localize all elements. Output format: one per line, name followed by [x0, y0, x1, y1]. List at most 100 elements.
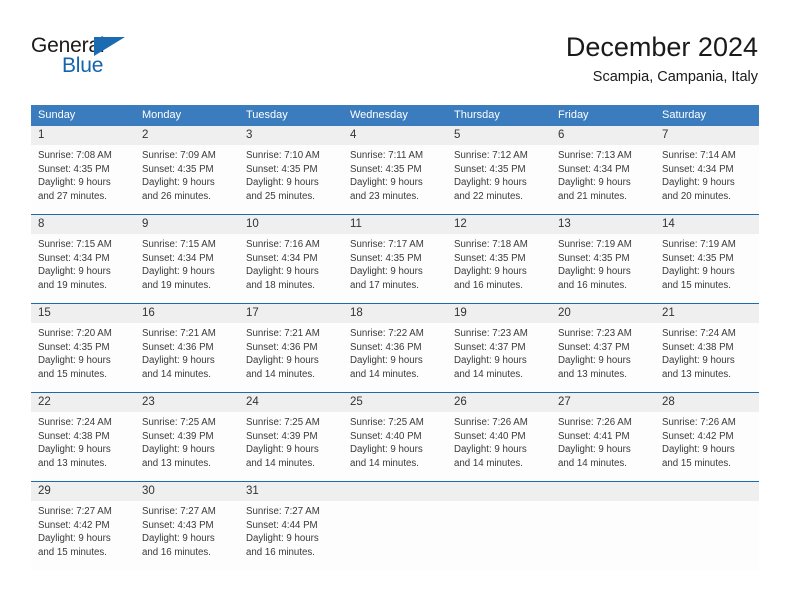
day-cell-19[interactable]: Sunrise: 7:23 AM Sunset: 4:37 PM Daylight:… [447, 323, 551, 392]
day-number-29[interactable]: 29 [31, 482, 135, 501]
daylight-text: and 14 minutes. [350, 368, 419, 380]
day-cell-20[interactable]: Sunrise: 7:23 AM Sunset: 4:37 PM Daylight:… [551, 323, 655, 392]
day-cell-23[interactable]: Sunrise: 7:25 AM Sunset: 4:39 PM Daylight:… [135, 412, 239, 481]
day-cell-2[interactable]: Sunrise: 7:09 AM Sunset: 4:35 PM Daylight:… [135, 145, 239, 214]
day-number-19[interactable]: 19 [447, 304, 551, 323]
sunrise-text: Sunrise: 7:17 AM [350, 239, 424, 250]
day-number-30[interactable]: 30 [135, 482, 239, 501]
daylight-text: and 18 minutes. [246, 279, 315, 291]
sunrise-text: Sunrise: 7:26 AM [662, 417, 736, 428]
day-details-band: Sunrise: 7:24 AM Sunset: 4:38 PM Daylight:… [31, 412, 759, 481]
day-cell-14[interactable]: Sunrise: 7:19 AM Sunset: 4:35 PM Daylight:… [655, 234, 759, 303]
day-cell-29[interactable]: Sunrise: 7:27 AM Sunset: 4:42 PM Daylight:… [31, 501, 135, 570]
day-cell-15[interactable]: Sunrise: 7:20 AM Sunset: 4:35 PM Daylight:… [31, 323, 135, 392]
daylight-text: Daylight: 9 hours [454, 177, 527, 189]
day-number-27[interactable]: 27 [551, 393, 655, 412]
day-number-empty [447, 482, 551, 501]
sunrise-text: Sunrise: 7:21 AM [246, 328, 320, 339]
daylight-text: and 15 minutes. [662, 279, 731, 291]
day-number-23[interactable]: 23 [135, 393, 239, 412]
daylight-text: and 26 minutes. [142, 190, 211, 202]
sunrise-text: Sunrise: 7:20 AM [38, 328, 112, 339]
day-cell-empty [447, 501, 551, 570]
day-cell-25[interactable]: Sunrise: 7:25 AM Sunset: 4:40 PM Daylight:… [343, 412, 447, 481]
sunrise-text: Sunrise: 7:14 AM [662, 150, 736, 161]
sunrise-text: Sunrise: 7:21 AM [142, 328, 216, 339]
sunrise-text: Sunrise: 7:19 AM [558, 239, 632, 250]
day-cell-5[interactable]: Sunrise: 7:12 AM Sunset: 4:35 PM Daylight:… [447, 145, 551, 214]
day-cell-12[interactable]: Sunrise: 7:18 AM Sunset: 4:35 PM Daylight:… [447, 234, 551, 303]
day-number-11[interactable]: 11 [343, 215, 447, 234]
sunrise-text: Sunrise: 7:08 AM [38, 150, 112, 161]
daylight-text: Daylight: 9 hours [662, 266, 735, 278]
calendar-week-row: 8 9 10 11 12 13 14 Sunrise: 7:15 AM Sunset: 4:34… [31, 214, 759, 303]
day-cell-22[interactable]: Sunrise: 7:24 AM Sunset: 4:38 PM Daylight:… [31, 412, 135, 481]
day-number-22[interactable]: 22 [31, 393, 135, 412]
day-cell-7[interactable]: Sunrise: 7:14 AM Sunset: 4:34 PM Daylight:… [655, 145, 759, 214]
day-cell-4[interactable]: Sunrise: 7:11 AM Sunset: 4:35 PM Daylight:… [343, 145, 447, 214]
daylight-text: and 14 minutes. [142, 368, 211, 380]
weekday-header-thursday: Thursday [454, 109, 500, 121]
day-cell-28[interactable]: Sunrise: 7:26 AM Sunset: 4:42 PM Daylight:… [655, 412, 759, 481]
day-cell-26[interactable]: Sunrise: 7:26 AM Sunset: 4:40 PM Daylight:… [447, 412, 551, 481]
daylight-text: Daylight: 9 hours [142, 177, 215, 189]
sunset-text: Sunset: 4:35 PM [662, 252, 734, 264]
sunset-text: Sunset: 4:36 PM [142, 341, 214, 353]
sunset-text: Sunset: 4:35 PM [246, 163, 318, 175]
day-number-10[interactable]: 10 [239, 215, 343, 234]
sunset-text: Sunset: 4:44 PM [246, 519, 318, 531]
sunset-text: Sunset: 4:34 PM [38, 252, 110, 264]
day-number-3[interactable]: 3 [239, 126, 343, 145]
day-number-7[interactable]: 7 [655, 126, 759, 145]
day-cell-16[interactable]: Sunrise: 7:21 AM Sunset: 4:36 PM Daylight:… [135, 323, 239, 392]
day-number-4[interactable]: 4 [343, 126, 447, 145]
day-number-6[interactable]: 6 [551, 126, 655, 145]
day-number-1[interactable]: 1 [31, 126, 135, 145]
day-number-9[interactable]: 9 [135, 215, 239, 234]
daylight-text: and 13 minutes. [142, 457, 211, 469]
day-number-14[interactable]: 14 [655, 215, 759, 234]
day-number-24[interactable]: 24 [239, 393, 343, 412]
day-number-25[interactable]: 25 [343, 393, 447, 412]
day-number-20[interactable]: 20 [551, 304, 655, 323]
day-cell-17[interactable]: Sunrise: 7:21 AM Sunset: 4:36 PM Daylight:… [239, 323, 343, 392]
day-cell-21[interactable]: Sunrise: 7:24 AM Sunset: 4:38 PM Daylight:… [655, 323, 759, 392]
day-number-31[interactable]: 31 [239, 482, 343, 501]
logo-text-blue: Blue [62, 54, 104, 77]
day-number-26[interactable]: 26 [447, 393, 551, 412]
day-cell-27[interactable]: Sunrise: 7:26 AM Sunset: 4:41 PM Daylight:… [551, 412, 655, 481]
day-cell-8[interactable]: Sunrise: 7:15 AM Sunset: 4:34 PM Daylight:… [31, 234, 135, 303]
day-number-21[interactable]: 21 [655, 304, 759, 323]
daylight-text: Daylight: 9 hours [558, 266, 631, 278]
day-number-12[interactable]: 12 [447, 215, 551, 234]
day-number-13[interactable]: 13 [551, 215, 655, 234]
day-cell-3[interactable]: Sunrise: 7:10 AM Sunset: 4:35 PM Daylight:… [239, 145, 343, 214]
sunrise-text: Sunrise: 7:13 AM [558, 150, 632, 161]
day-cell-31[interactable]: Sunrise: 7:27 AM Sunset: 4:44 PM Daylight:… [239, 501, 343, 570]
day-number-16[interactable]: 16 [135, 304, 239, 323]
day-number-8[interactable]: 8 [31, 215, 135, 234]
day-cell-empty [655, 501, 759, 570]
day-number-17[interactable]: 17 [239, 304, 343, 323]
day-cell-11[interactable]: Sunrise: 7:17 AM Sunset: 4:35 PM Daylight:… [343, 234, 447, 303]
day-number-5[interactable]: 5 [447, 126, 551, 145]
daylight-text: Daylight: 9 hours [558, 444, 631, 456]
day-number-15[interactable]: 15 [31, 304, 135, 323]
daylight-text: and 13 minutes. [38, 457, 107, 469]
day-cell-24[interactable]: Sunrise: 7:25 AM Sunset: 4:39 PM Daylight:… [239, 412, 343, 481]
day-cell-30[interactable]: Sunrise: 7:27 AM Sunset: 4:43 PM Daylight:… [135, 501, 239, 570]
day-number-2[interactable]: 2 [135, 126, 239, 145]
calendar-week-row: 29 30 31 Sunrise: 7:27 AM Sunset: 4:42 PM Day… [31, 481, 759, 570]
weekday-header-wednesday: Wednesday [350, 109, 408, 121]
sunset-text: Sunset: 4:34 PM [142, 252, 214, 264]
day-cell-9[interactable]: Sunrise: 7:15 AM Sunset: 4:34 PM Daylight:… [135, 234, 239, 303]
calendar-weeks: 1 2 3 4 5 6 7 Sunrise: 7:08 AM Sunset: 4:35 PM Da… [31, 126, 759, 570]
day-number-18[interactable]: 18 [343, 304, 447, 323]
day-number-28[interactable]: 28 [655, 393, 759, 412]
day-cell-18[interactable]: Sunrise: 7:22 AM Sunset: 4:36 PM Daylight:… [343, 323, 447, 392]
daylight-text: and 20 minutes. [662, 190, 731, 202]
day-cell-1[interactable]: Sunrise: 7:08 AM Sunset: 4:35 PM Daylight:… [31, 145, 135, 214]
day-cell-13[interactable]: Sunrise: 7:19 AM Sunset: 4:35 PM Daylight:… [551, 234, 655, 303]
day-cell-10[interactable]: Sunrise: 7:16 AM Sunset: 4:34 PM Daylight:… [239, 234, 343, 303]
day-cell-6[interactable]: Sunrise: 7:13 AM Sunset: 4:34 PM Daylight:… [551, 145, 655, 214]
